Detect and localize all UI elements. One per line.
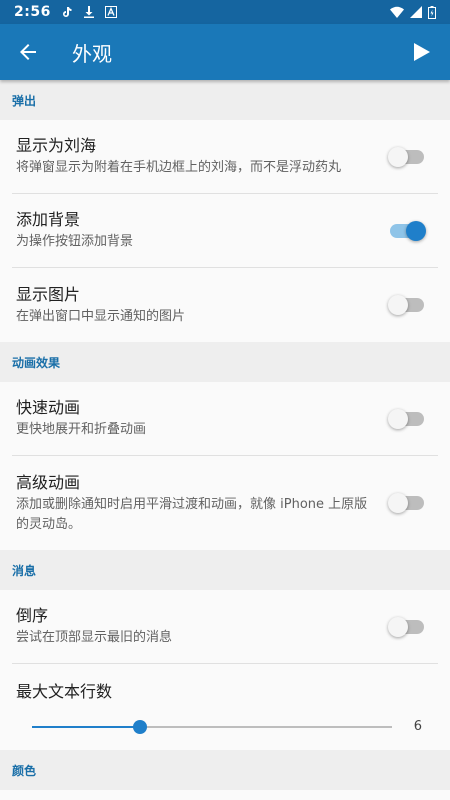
slider-knob[interactable]	[133, 720, 147, 734]
setting-show-image[interactable]: 显示图片 在弹出窗口中显示通知的图片	[12, 268, 438, 342]
setting-reverse-order[interactable]: 倒序 尝试在顶部显示最旧的消息	[12, 590, 438, 664]
setting-title: 显示为刘海	[16, 136, 97, 155]
back-button[interactable]	[0, 24, 56, 80]
setting-text: 显示图片 在弹出窗口中显示通知的图片	[16, 284, 434, 327]
tiktok-icon	[62, 7, 72, 17]
setting-advanced-animation[interactable]: 高级动画 添加或删除通知时启用平滑过渡和动画，就像 iPhone 上原版的灵动岛…	[12, 456, 438, 550]
arrow-back-icon	[20, 44, 36, 60]
setting-subtitle: 尝试在顶部显示最旧的消息	[16, 630, 173, 645]
battery-icon	[428, 5, 436, 19]
setting-text: 显示为刘海 将弹窗显示为附着在手机边框上的刘海，而不是浮动药丸	[16, 135, 434, 178]
setting-background[interactable]: 添加背景 为操作按钮添加背景	[12, 194, 438, 268]
section-colors	[0, 790, 450, 800]
advanced-animation-toggle[interactable]	[388, 493, 424, 513]
status-time: 2:56	[14, 4, 51, 20]
setting-text: 高级动画 添加或删除通知时启用平滑过渡和动画，就像 iPhone 上原版的灵动岛…	[16, 472, 434, 535]
app-bar: 外观	[0, 24, 450, 80]
notch-toggle[interactable]	[388, 146, 424, 167]
setting-subtitle: 将弹窗显示为附着在手机边框上的刘海，而不是浮动药丸	[16, 160, 342, 175]
setting-text: 添加背景 为操作按钮添加背景	[16, 209, 434, 252]
wifi-icon	[390, 6, 404, 18]
section-popup: 显示为刘海 将弹窗显示为附着在手机边框上的刘海，而不是浮动药丸 添加背景 为操作…	[0, 120, 450, 342]
max-lines-slider[interactable]	[32, 719, 392, 735]
fast-animation-toggle[interactable]	[388, 408, 424, 429]
setting-subtitle: 更快地展开和折叠动画	[16, 422, 147, 437]
preview-button[interactable]	[394, 24, 450, 80]
background-toggle[interactable]	[390, 220, 426, 241]
setting-title: 高级动画	[16, 472, 81, 492]
setting-subtitle: 添加或删除通知时启用平滑过渡和动画，就像 iPhone 上原版的灵动岛。	[16, 496, 368, 532]
download-icon	[83, 6, 94, 18]
page-title: 外观	[72, 41, 112, 66]
reverse-order-toggle[interactable]	[388, 616, 424, 637]
setting-title: 显示图片	[16, 284, 81, 304]
setting-fast-animation[interactable]: 快速动画 更快地展开和折叠动画	[12, 382, 438, 456]
show-image-toggle[interactable]	[388, 295, 424, 315]
setting-title: 添加背景	[16, 210, 81, 229]
signal-icon	[410, 6, 422, 18]
section-header-messages: 消息	[0, 550, 450, 590]
play-icon	[414, 43, 430, 61]
status-bar: 2:56	[0, 0, 450, 24]
setting-subtitle: 为操作按钮添加背景	[16, 234, 134, 249]
setting-text: 快速动画 更快地展开和折叠动画	[16, 397, 434, 440]
section-header-colors: 颜色	[0, 750, 450, 790]
section-messages: 倒序 尝试在顶部显示最旧的消息 最大文本行数 6	[0, 590, 450, 750]
setting-notch[interactable]: 显示为刘海 将弹窗显示为附着在手机边框上的刘海，而不是浮动药丸	[12, 120, 438, 194]
slider-fill	[32, 726, 140, 728]
setting-text: 倒序 尝试在顶部显示最旧的消息	[16, 605, 434, 648]
slider-value: 6	[413, 719, 422, 734]
section-animation: 快速动画 更快地展开和折叠动画 高级动画 添加或删除通知时启用平滑过渡和动画，就…	[0, 382, 450, 550]
section-header-popup: 弹出	[0, 80, 450, 120]
section-header-animation: 动画效果	[0, 342, 450, 382]
setting-title: 最大文本行数	[16, 682, 113, 701]
status-left: 2:56	[14, 4, 117, 20]
status-right	[390, 5, 436, 19]
settings-list: 弹出 显示为刘海 将弹窗显示为附着在手机边框上的刘海，而不是浮动药丸 添加背景 …	[0, 80, 450, 800]
font-icon	[104, 6, 117, 18]
setting-title: 倒序	[16, 606, 49, 625]
setting-max-lines: 最大文本行数 6	[12, 664, 438, 750]
setting-title: 快速动画	[16, 398, 81, 417]
setting-subtitle: 在弹出窗口中显示通知的图片	[16, 308, 186, 324]
